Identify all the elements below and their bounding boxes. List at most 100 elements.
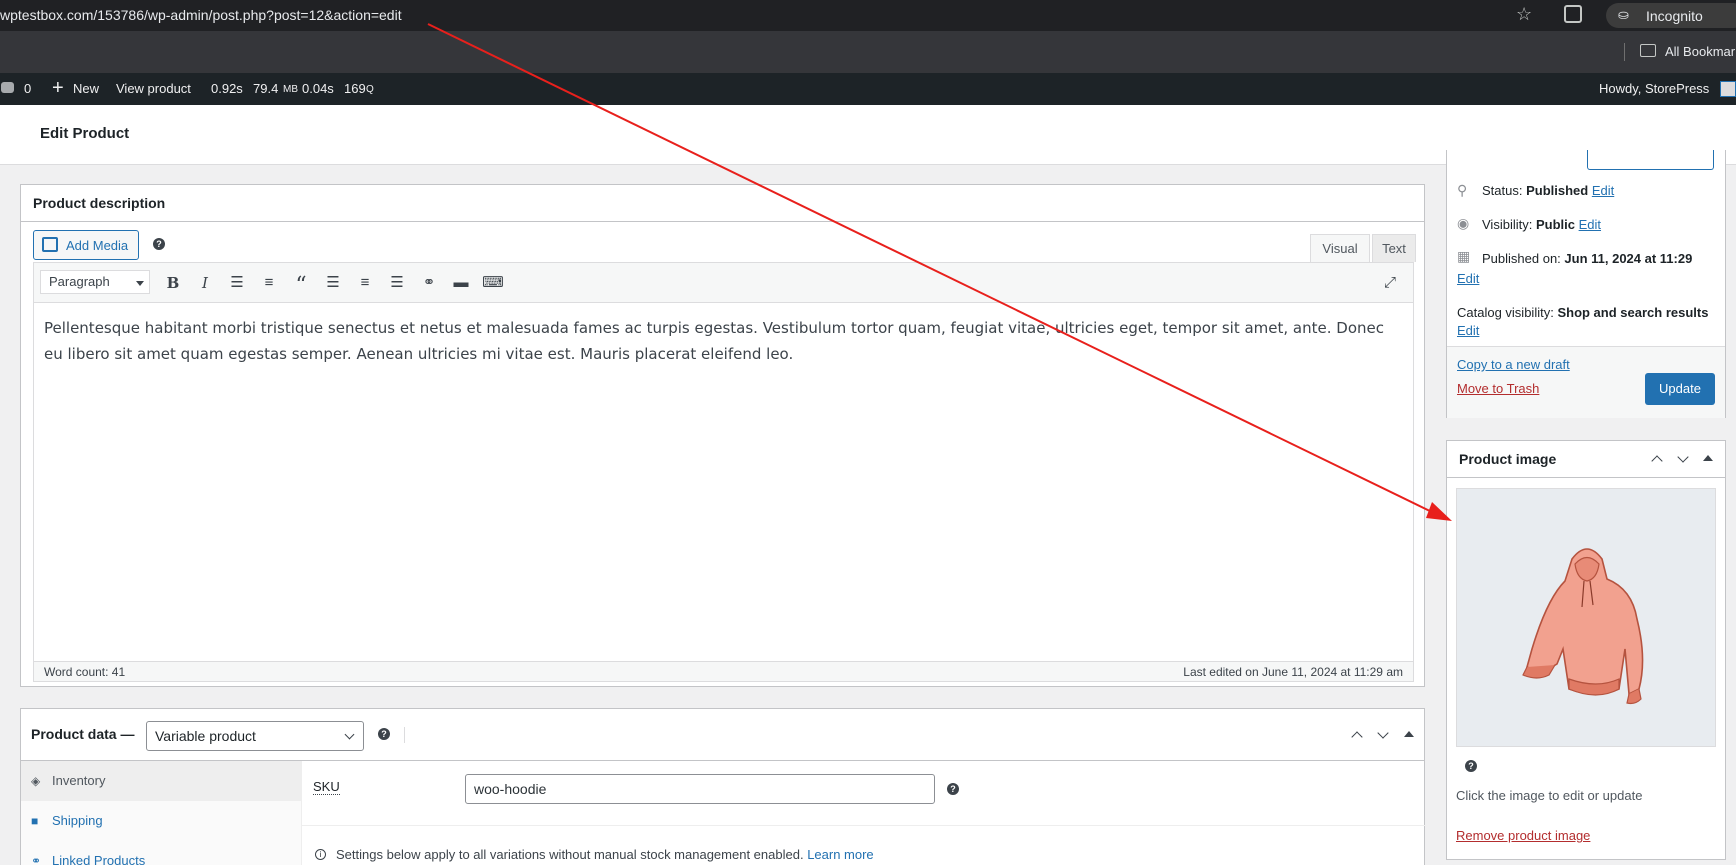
- move-down-icon[interactable]: [1377, 727, 1389, 739]
- align-right-icon[interactable]: ☰: [386, 273, 408, 293]
- edit-catalog-link[interactable]: Edit: [1457, 323, 1479, 338]
- edit-visibility-link[interactable]: Edit: [1579, 217, 1601, 232]
- bookmark-star-icon[interactable]: ☆: [1516, 4, 1532, 25]
- query-monitor-db-time[interactable]: 0.04s: [302, 81, 334, 96]
- image-caption: Click the image to edit or update: [1456, 788, 1643, 803]
- product-data-tabs: ◈ Inventory ■ Shipping ⚭ Linked Products: [21, 761, 302, 865]
- howdy-user[interactable]: Howdy, StorePress: [1599, 81, 1709, 96]
- sku-label: SKU: [313, 779, 340, 795]
- wp-admin-bar: 0 + New View product 0.92s 79.4 MB 0.04s…: [0, 73, 1736, 105]
- chevron-down-icon: [344, 729, 355, 740]
- align-center-icon[interactable]: ≡: [354, 273, 376, 293]
- preview-changes-button[interactable]: [1587, 150, 1714, 170]
- add-media-button[interactable]: Add Media: [33, 230, 139, 260]
- all-bookmarks[interactable]: All Bookmarks: [1665, 44, 1736, 59]
- learn-more-link[interactable]: Learn more: [807, 847, 873, 862]
- catalog-value: Shop and search results: [1557, 305, 1709, 320]
- address-bar[interactable]: wptestbox.com/153786/wp-admin/post.php?p…: [0, 7, 402, 23]
- hoodie-image: [1522, 548, 1644, 705]
- remove-product-image-link[interactable]: Remove product image: [1456, 828, 1590, 843]
- blockquote-icon[interactable]: “: [290, 273, 312, 298]
- published-row: Published on: Jun 11, 2024 at 11:29: [1482, 251, 1692, 266]
- editor-content[interactable]: Pellentesque habitant morbi tristique se…: [44, 315, 1394, 367]
- product-data-title: Product data —: [31, 726, 135, 742]
- product-type-select[interactable]: Variable product: [146, 721, 364, 751]
- move-up-icon[interactable]: [1651, 455, 1663, 467]
- calendar-icon: ▦: [1457, 248, 1471, 264]
- status-label: Status:: [1482, 183, 1523, 198]
- bullet-list-icon[interactable]: ☰: [226, 273, 248, 293]
- product-image-title: Product image: [1459, 451, 1557, 467]
- visibility-label: Visibility:: [1482, 217, 1533, 232]
- product-description-box: Product description Add Media ? Visual T…: [20, 184, 1425, 687]
- tab-shipping[interactable]: ■ Shipping: [21, 801, 302, 841]
- move-up-icon[interactable]: [1351, 731, 1363, 743]
- comment-bubble-icon[interactable]: [1, 82, 14, 93]
- read-more-icon[interactable]: ▬: [450, 273, 472, 293]
- tab-inventory[interactable]: ◈ Inventory: [21, 761, 302, 801]
- plus-icon[interactable]: +: [52, 77, 64, 100]
- product-data-header: Product data — Variable product ?: [21, 709, 1424, 761]
- copy-to-draft-link[interactable]: Copy to a new draft: [1457, 357, 1570, 372]
- memory-unit: MB: [283, 84, 298, 95]
- format-select[interactable]: Paragraph: [40, 270, 150, 294]
- avatar[interactable]: [1720, 81, 1736, 97]
- fullscreen-icon[interactable]: ⤢: [1379, 273, 1401, 293]
- catalog-label: Catalog visibility:: [1457, 305, 1554, 320]
- sku-input[interactable]: [465, 774, 935, 804]
- folder-icon[interactable]: [1640, 44, 1656, 57]
- help-icon[interactable]: ?: [153, 238, 165, 250]
- eye-icon: ◉: [1457, 215, 1470, 231]
- tag-icon: ◈: [31, 774, 41, 788]
- queries-unit: Q: [366, 84, 374, 95]
- edit-date-link[interactable]: Edit: [1457, 271, 1479, 286]
- toggle-panel-icon[interactable]: [1703, 455, 1713, 461]
- bold-icon[interactable]: B: [162, 273, 184, 293]
- caret-down-icon: [136, 281, 144, 286]
- comments-count[interactable]: 0: [24, 81, 31, 96]
- editor-status-bar: Word count: 41 Last edited on June 11, 2…: [33, 662, 1414, 682]
- align-left-icon[interactable]: ☰: [322, 273, 344, 293]
- publish-actions: Copy to a new draft Move to Trash Update: [1447, 346, 1725, 418]
- incognito-badge[interactable]: ⛀ Incognito: [1606, 3, 1736, 28]
- query-monitor-memory[interactable]: 79.4: [253, 81, 278, 96]
- last-edited: Last edited on June 11, 2024 at 11:29 am: [1183, 665, 1403, 679]
- tab-linked-products[interactable]: ⚭ Linked Products: [21, 841, 302, 865]
- view-product-link[interactable]: View product: [116, 81, 191, 96]
- visibility-row: Visibility: Public Edit: [1482, 217, 1601, 232]
- update-button[interactable]: Update: [1645, 373, 1715, 405]
- numbered-list-icon[interactable]: ≡: [258, 273, 280, 293]
- query-monitor-time[interactable]: 0.92s: [211, 81, 243, 96]
- status-row: Status: Published Edit: [1482, 183, 1614, 198]
- product-data-box: Product data — Variable product ? ◈ Inve…: [20, 708, 1426, 865]
- toolbar-toggle-icon[interactable]: ⌨: [482, 273, 504, 293]
- toggle-panel-icon[interactable]: [1404, 731, 1414, 737]
- help-icon[interactable]: ?: [378, 728, 390, 740]
- page-title: Edit Product: [40, 125, 130, 142]
- truck-icon: ■: [31, 814, 39, 828]
- editor-toolbar: Paragraph B I ☰ ≡ “ ☰ ≡ ☰ ⚭ ▬ ⌨ ⤢: [34, 263, 1413, 303]
- notice-text: Settings below apply to all variations w…: [336, 847, 804, 862]
- divider: [404, 727, 405, 743]
- pin-icon: ⚲: [1457, 182, 1468, 198]
- divider: [302, 825, 1426, 826]
- publish-box: ⚲ Status: Published Edit ◉ Visibility: P…: [1446, 150, 1726, 418]
- divider: [21, 221, 1424, 222]
- product-image-thumbnail[interactable]: [1456, 488, 1716, 747]
- help-icon[interactable]: ?: [1465, 760, 1477, 772]
- move-to-trash-link[interactable]: Move to Trash: [1457, 381, 1539, 396]
- new-menu[interactable]: New: [73, 81, 99, 96]
- extensions-icon[interactable]: [1564, 5, 1582, 23]
- italic-icon[interactable]: I: [194, 273, 216, 293]
- help-icon[interactable]: ?: [947, 783, 959, 795]
- add-media-label: Add Media: [66, 238, 129, 253]
- media-icon: [42, 237, 58, 252]
- move-down-icon[interactable]: [1677, 451, 1689, 463]
- query-monitor-queries[interactable]: 169: [344, 81, 366, 96]
- tab-text[interactable]: Text: [1372, 234, 1416, 262]
- tab-label: Linked Products: [52, 853, 146, 865]
- edit-status-link[interactable]: Edit: [1592, 183, 1614, 198]
- product-type-value: Variable product: [155, 728, 256, 744]
- tab-visual[interactable]: Visual: [1310, 234, 1370, 262]
- link-icon[interactable]: ⚭: [418, 273, 440, 293]
